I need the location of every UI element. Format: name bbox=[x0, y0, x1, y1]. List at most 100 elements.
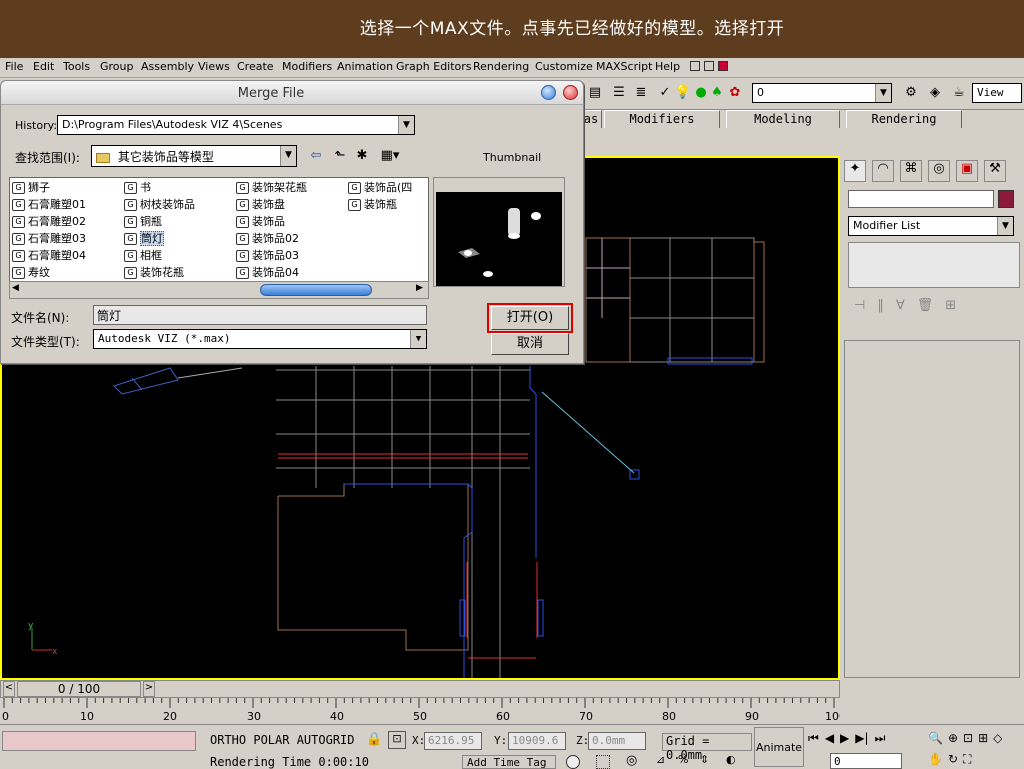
spinner-snap-icon[interactable]: ⇕ bbox=[700, 753, 709, 766]
remove-modifier-icon[interactable]: 🗑 bbox=[917, 298, 934, 318]
check-icon[interactable]: ✓ bbox=[656, 84, 674, 102]
material-icon[interactable]: ◈ bbox=[926, 84, 944, 102]
up-folder-icon[interactable]: ⬑ bbox=[331, 147, 349, 165]
field-of-view-icon[interactable]: ◇ bbox=[993, 731, 1002, 747]
file-item[interactable]: G 相框 bbox=[124, 248, 162, 264]
degradation-icon[interactable]: ◎ bbox=[626, 753, 637, 768]
grid-icon[interactable] bbox=[704, 61, 714, 71]
play-icon[interactable]: ▶ bbox=[840, 731, 849, 749]
menu-rendering[interactable]: Rendering bbox=[473, 60, 529, 73]
view-menu-icon[interactable]: ▦▾ bbox=[377, 147, 403, 165]
y-coordinate-field[interactable]: 10909.6 bbox=[508, 732, 566, 750]
go-to-end-icon[interactable]: ⏭ bbox=[875, 731, 886, 749]
chevron-right-icon[interactable]: > bbox=[143, 681, 155, 697]
window-crossing-icon[interactable] bbox=[596, 755, 610, 769]
display-tab-icon[interactable]: ▣ bbox=[956, 160, 978, 182]
scroll-right-icon[interactable]: ▶ bbox=[416, 283, 423, 293]
menu-maxscript[interactable]: MAXScript bbox=[596, 60, 652, 73]
pin-stack-icon[interactable]: ⊣ bbox=[854, 298, 865, 318]
timeline-ruler[interactable]: 0 10 20 30 40 50 60 70 80 90 100 bbox=[0, 698, 846, 724]
file-item[interactable]: G 寿纹 bbox=[12, 265, 50, 281]
configure-sets-icon[interactable]: ⊞ bbox=[945, 298, 956, 318]
layer-props-icon[interactable]: ≣ bbox=[632, 84, 650, 102]
previous-frame-icon[interactable]: ◀ bbox=[825, 731, 834, 749]
open-button[interactable]: 打开(O) bbox=[491, 306, 569, 330]
chevron-left-icon[interactable]: < bbox=[3, 681, 15, 697]
z-coordinate-field[interactable]: 0.0mm bbox=[588, 732, 646, 750]
render-view-dropdown[interactable]: View bbox=[972, 83, 1022, 103]
menu-create[interactable]: Create bbox=[237, 60, 274, 73]
filename-input[interactable]: 筒灯 bbox=[93, 305, 427, 325]
percent-snap-icon[interactable]: % bbox=[678, 753, 688, 766]
angle-snap-icon[interactable]: ⊿ bbox=[656, 753, 665, 766]
file-item[interactable]: G 石膏雕塑04 bbox=[12, 248, 86, 264]
go-to-start-icon[interactable]: ⏮ bbox=[808, 731, 819, 749]
maxscript-listener[interactable] bbox=[2, 731, 196, 751]
file-item[interactable]: G 装饰架花瓶 bbox=[236, 180, 307, 196]
scrollbar-thumb[interactable] bbox=[260, 284, 372, 296]
layer-dropdown[interactable]: 0 ▼ bbox=[752, 83, 892, 103]
file-item[interactable]: G 装饰品(四 bbox=[348, 180, 412, 196]
zoom-icon[interactable]: 🔍 bbox=[928, 731, 943, 747]
look-in-dropdown[interactable]: 其它装饰品等模型 ▼ bbox=[91, 145, 297, 167]
schematic-icon[interactable]: ⚙ bbox=[902, 84, 920, 102]
file-item[interactable]: G 装饰品02 bbox=[236, 231, 299, 247]
chevron-down-icon[interactable]: ▼ bbox=[997, 217, 1013, 235]
file-item[interactable]: G书 bbox=[124, 180, 151, 196]
file-item[interactable]: G 石膏雕塑02 bbox=[12, 214, 86, 230]
menu-customize[interactable]: Customize bbox=[535, 60, 593, 73]
scroll-left-icon[interactable]: ◀ bbox=[12, 283, 19, 293]
lock-icon[interactable] bbox=[690, 61, 700, 71]
file-list-scrollbar[interactable]: ◀ ▶ bbox=[9, 281, 429, 299]
object-color-swatch[interactable] bbox=[998, 190, 1014, 208]
add-time-tag-button[interactable]: Add Time Tag bbox=[462, 755, 556, 769]
menu-tools[interactable]: Tools bbox=[63, 60, 90, 73]
animate-button[interactable]: Animate bbox=[754, 727, 804, 767]
modifier-list-dropdown[interactable]: Modifier List ▼ bbox=[848, 216, 1014, 236]
file-item[interactable]: G 铜瓶 bbox=[124, 214, 162, 230]
dialog-titlebar[interactable]: Merge File bbox=[1, 81, 583, 105]
absolute-mode-icon[interactable]: ⊡ bbox=[388, 731, 406, 749]
tab-rendering[interactable]: Rendering bbox=[846, 110, 962, 128]
cancel-button[interactable]: 取消 bbox=[491, 333, 569, 355]
color-wheel-icon[interactable]: ✿ bbox=[726, 84, 744, 102]
lightbulb-icon[interactable]: 💡 bbox=[674, 84, 692, 102]
render-icon[interactable] bbox=[718, 61, 728, 71]
file-item[interactable]: G 装饰瓶 bbox=[348, 197, 397, 213]
menu-assembly[interactable]: Assembly bbox=[141, 60, 194, 73]
file-item[interactable]: G 装饰品03 bbox=[236, 248, 299, 264]
create-tab-icon[interactable]: ✦ bbox=[844, 160, 866, 182]
file-item[interactable]: G 石膏雕塑01 bbox=[12, 197, 86, 213]
maximize-viewport-icon[interactable]: ⛶ bbox=[963, 752, 971, 769]
file-item[interactable]: G 筒灯 bbox=[124, 231, 164, 247]
snap-toggles[interactable]: ORTHO POLAR AUTOGRID bbox=[210, 733, 355, 747]
zoom-all-icon[interactable]: ⊕ bbox=[948, 731, 958, 747]
modify-tab-icon[interactable]: ◠ bbox=[872, 160, 894, 182]
filetype-dropdown[interactable]: Autodesk VIZ (*.max) ▼ bbox=[93, 329, 427, 349]
render-scene-icon[interactable]: ☕ bbox=[950, 84, 968, 102]
file-item[interactable]: G 石膏雕塑03 bbox=[12, 231, 86, 247]
help-icon[interactable] bbox=[541, 85, 556, 100]
motion-tab-icon[interactable]: ◎ bbox=[928, 160, 950, 182]
file-item[interactable]: G 装饰盘 bbox=[236, 197, 285, 213]
tab-modeling[interactable]: Modeling bbox=[726, 110, 840, 128]
new-folder-icon[interactable]: ✱ bbox=[353, 147, 371, 165]
edit-named-sets-icon[interactable]: ◐ bbox=[726, 753, 736, 766]
next-frame-icon[interactable]: ▶| bbox=[855, 731, 868, 749]
chevron-down-icon[interactable]: ▼ bbox=[875, 84, 891, 102]
object-name-field[interactable] bbox=[848, 190, 994, 208]
time-slider[interactable]: < 0 / 100 > bbox=[0, 680, 840, 698]
layer-list-icon[interactable]: ☰ bbox=[610, 84, 628, 102]
hierarchy-tab-icon[interactable]: ⌘ bbox=[900, 160, 922, 182]
menu-file[interactable]: File bbox=[5, 60, 23, 73]
modifier-stack[interactable] bbox=[848, 242, 1020, 288]
menu-modifiers[interactable]: Modifiers bbox=[282, 60, 332, 73]
current-frame-field[interactable]: 0 bbox=[830, 753, 902, 769]
chevron-down-icon[interactable]: ▼ bbox=[280, 146, 296, 166]
menu-views[interactable]: Views bbox=[198, 60, 230, 73]
file-item[interactable]: G 树枝装饰品 bbox=[124, 197, 195, 213]
menu-animation[interactable]: Animation bbox=[337, 60, 393, 73]
x-coordinate-field[interactable]: 6216.95 bbox=[424, 732, 482, 750]
menu-edit[interactable]: Edit bbox=[33, 60, 54, 73]
teapot-icon[interactable]: ♠ bbox=[708, 84, 726, 102]
